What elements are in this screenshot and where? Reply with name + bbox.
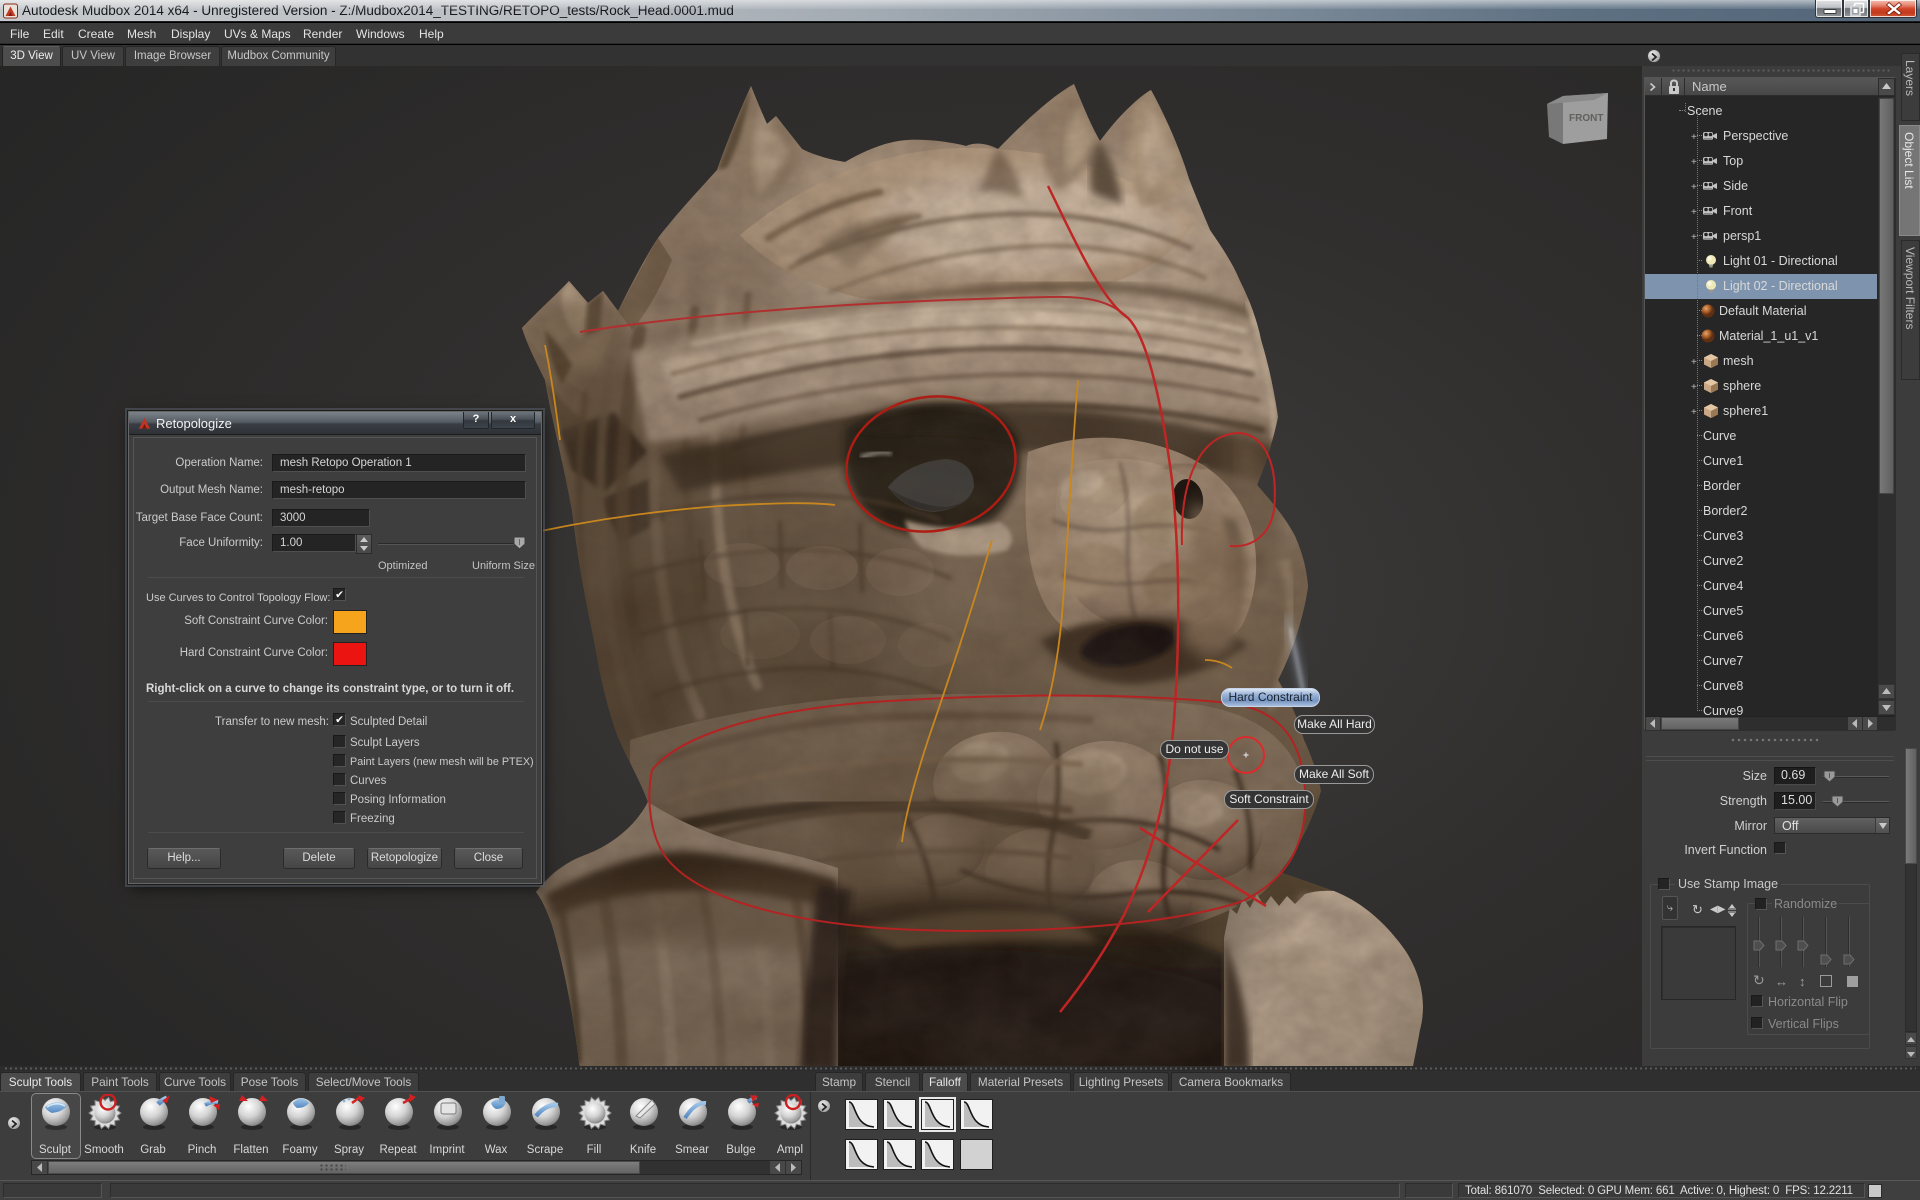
svg-text:FRONT: FRONT [1569,113,1603,124]
